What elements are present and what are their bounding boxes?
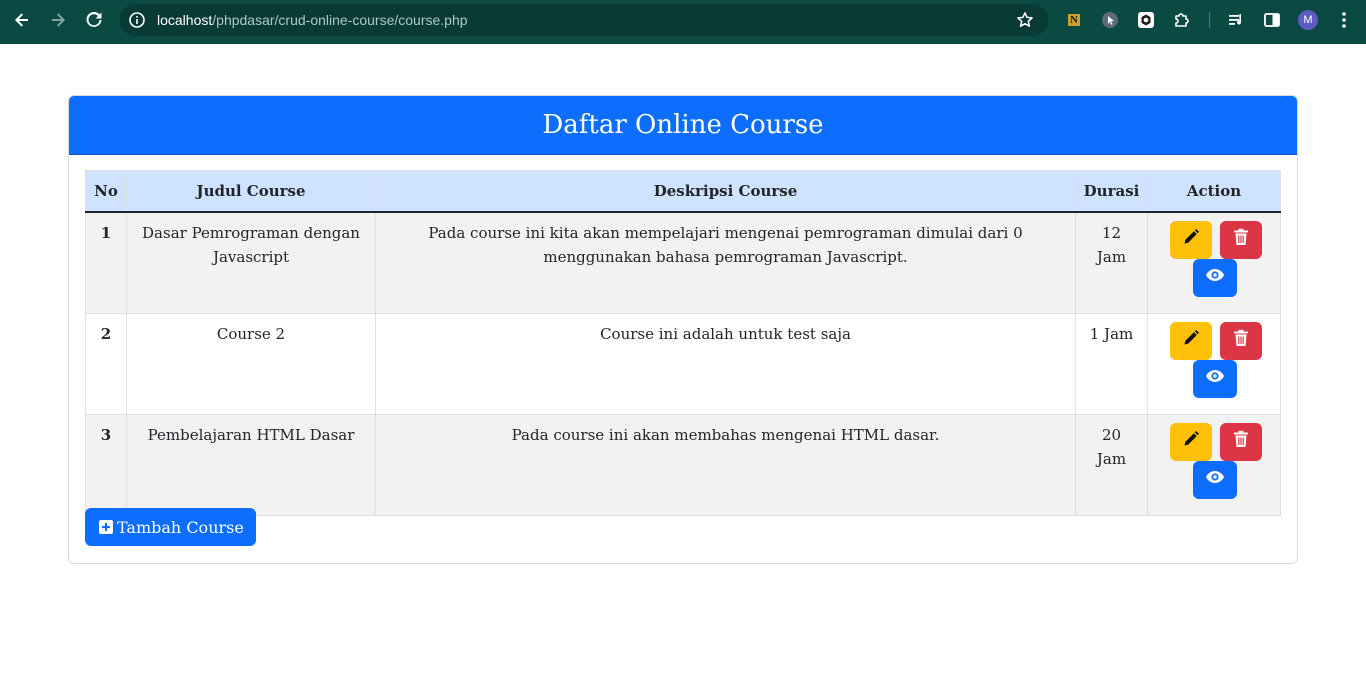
edit-button[interactable] [1170,423,1212,461]
header-durasi: Durasi [1075,170,1148,213]
profile-avatar[interactable]: M [1298,10,1318,30]
cell-deskripsi: Course ini adalah untuk test saja [375,313,1076,415]
cell-no: 1 [85,211,127,314]
bookmark-star-icon[interactable] [1016,11,1034,29]
forward-button[interactable] [43,7,73,33]
trash-icon [1233,329,1249,354]
delete-button[interactable] [1220,423,1262,461]
trash-icon [1233,228,1249,253]
extension-n-label: N [1068,14,1080,26]
cell-action [1147,313,1281,415]
table-row: 3 Pembelajaran HTML Dasar Pada course ini … [85,414,1281,516]
view-button[interactable] [1193,360,1237,398]
browser-menu-icon[interactable] [1334,10,1354,30]
site-info-icon[interactable] [128,11,146,29]
view-button[interactable] [1193,259,1237,297]
back-button[interactable] [7,7,37,33]
pencil-icon [1182,329,1200,354]
eye-icon [1205,468,1225,492]
cell-judul: Pembelajaran HTML Dasar [126,414,376,516]
browser-toolbar: localhost/phpdasar/crud-online-course/co… [0,0,1366,44]
cell-no: 3 [85,414,127,516]
address-bar[interactable]: localhost/phpdasar/crud-online-course/co… [120,4,1048,36]
reload-icon [86,12,102,27]
side-panel-icon[interactable] [1262,10,1282,30]
delete-button[interactable] [1220,322,1262,360]
cell-durasi: 20 Jam [1075,414,1148,516]
cell-durasi: 1 Jam [1075,313,1148,415]
cell-judul: Course 2 [126,313,376,415]
extension-cursor-icon[interactable] [1100,10,1120,30]
cell-action [1147,211,1281,314]
extensions-puzzle-icon[interactable] [1172,10,1192,30]
plus-square-icon [99,520,113,534]
header-judul: Judul Course [126,170,376,213]
cell-judul: Dasar Pemrograman dengan Javascript [126,211,376,314]
table-header-row: No Judul Course Deskripsi Course Durasi … [85,170,1281,213]
url-text[interactable]: localhost/phpdasar/crud-online-course/co… [157,12,468,28]
cell-durasi: 12 Jam [1075,211,1148,314]
edit-button[interactable] [1170,221,1212,259]
header-no: No [85,170,127,213]
cell-deskripsi: Pada course ini akan membahas mengenai H… [375,414,1076,516]
header-action: Action [1147,170,1281,213]
edit-button[interactable] [1170,322,1212,360]
extension-n-icon[interactable]: N [1064,10,1084,30]
reload-button[interactable] [79,7,109,33]
toolbar-divider [1209,12,1210,28]
cell-action [1147,414,1281,516]
extension-hex-icon[interactable] [1136,10,1156,30]
pencil-icon [1182,430,1200,455]
eye-icon [1205,367,1225,391]
add-course-button[interactable]: Tambah Course [85,508,256,546]
cell-no: 2 [85,313,127,415]
eye-icon [1205,266,1225,290]
url-path: /phpdasar/crud-online-course/course.php [212,12,468,28]
page-title: Daftar Online Course [69,96,1297,155]
delete-button[interactable] [1220,221,1262,259]
header-deskripsi: Deskripsi Course [375,170,1076,213]
pencil-icon [1182,228,1200,253]
add-course-label: Tambah Course [117,517,244,537]
course-table: No Judul Course Deskripsi Course Durasi … [85,170,1281,516]
course-card: Daftar Online Course No Judul Course Des… [68,95,1298,564]
arrow-left-icon [15,13,28,27]
table-row: 2 Course 2 Course ini adalah untuk test sa… [85,313,1281,415]
trash-icon [1233,430,1249,455]
arrow-right-icon [52,13,65,27]
cell-deskripsi: Pada course ini kita akan mempelajari me… [375,211,1076,314]
view-button[interactable] [1193,461,1237,499]
media-queue-icon[interactable] [1226,10,1246,30]
url-host: localhost [157,12,213,28]
table-row: 1 Dasar Pemrograman dengan Javascript Pada… [85,211,1281,314]
